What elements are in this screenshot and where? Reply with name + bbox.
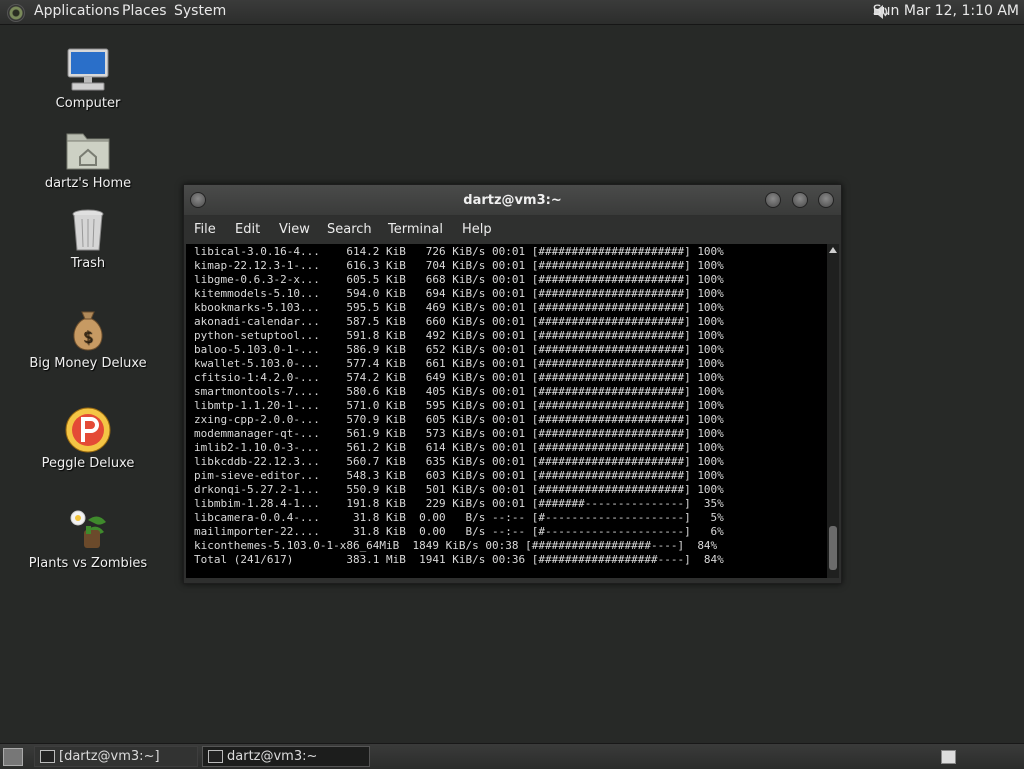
terminal-line: libmtp-1.1.20-1-... 571.0 KiB 595 KiB/s … [194,399,724,412]
terminal-icon [208,750,223,763]
terminal-line: kiconthemes-5.103.0-1-x86_64MiB 1849 KiB… [194,539,718,552]
terminal-line: libgme-0.6.3-2-x... 605.5 KiB 668 KiB/s … [194,273,724,286]
terminal-line: modemmanager-qt-... 561.9 KiB 573 KiB/s … [194,427,724,440]
terminal-line: smartmontools-7.... 580.6 KiB 405 KiB/s … [194,385,724,398]
taskbar-item-active-terminal[interactable]: dartz@vm3:~ [202,746,370,767]
menu-edit[interactable]: Edit [235,222,260,237]
system-menu[interactable]: System [174,3,226,19]
svg-text:$: $ [83,327,93,346]
terminal-line: cfitsio-1:4.2.0-... 574.2 KiB 649 KiB/s … [194,371,724,384]
menu-file[interactable]: File [194,222,216,237]
money-bag-icon: $ [73,311,103,351]
close-button[interactable] [818,192,834,208]
terminal-line: baloo-5.103.0-1-... 586.9 KiB 652 KiB/s … [194,343,724,356]
scrollbar-thumb[interactable] [829,526,837,570]
terminal-line: Total (241/617) 383.1 MiB 1941 KiB/s 00:… [194,553,724,566]
terminal-line: kitemmodels-5.10... 594.0 KiB 694 KiB/s … [194,287,724,300]
menu-help[interactable]: Help [462,222,492,237]
desktop-icon-computer[interactable]: Computer [28,46,148,111]
terminal-scrollbar[interactable] [827,244,839,578]
desktop-icon-label: Plants vs Zombies [28,556,148,571]
home-folder-icon [66,133,110,170]
desktop-icon-label: dartz's Home [44,176,132,191]
desktop-icon-trash[interactable]: Trash [28,206,148,271]
terminal-line: mailimporter-22.... 31.8 KiB 0.00 B/s --… [194,525,724,538]
desktop-icon-label: Big Money Deluxe [29,356,147,371]
desktop-icon-peggle[interactable]: Peggle Deluxe [28,406,148,471]
terminal-line: python-setuptool... 591.8 KiB 492 KiB/s … [194,329,724,342]
terminal-line: kbookmarks-5.103... 595.5 KiB 469 KiB/s … [194,301,724,314]
show-desktop-icon[interactable] [3,748,23,766]
desktop-icon-home[interactable]: dartz's Home [28,126,148,191]
menu-terminal[interactable]: Terminal [388,222,443,237]
bottom-panel: [dartz@vm3:~] dartz@vm3:~ [0,743,1024,769]
peggle-icon [65,407,111,453]
desktop-icon-label: Trash [70,256,106,271]
applications-menu[interactable]: Applications [34,3,120,19]
terminal-line: libmbim-1.28.4-1... 191.8 KiB 229 KiB/s … [194,497,724,510]
terminal-menubar: File Edit View Search Terminal Help [184,216,841,244]
terminal-window[interactable]: dartz@vm3:~ File Edit View Search Termin… [183,184,842,584]
taskbar-item-minimized-terminal[interactable]: [dartz@vm3:~] [34,746,198,767]
desktop-icon-label: Peggle Deluxe [41,456,135,471]
distro-logo-icon[interactable] [7,4,25,22]
taskbar-item-label: [dartz@vm3:~] [59,749,160,764]
trash-icon [72,209,104,251]
computer-icon [67,48,109,91]
desktop-icon-big-money[interactable]: $ Big Money Deluxe [28,306,148,371]
terminal-line: libcamera-0.0.4-... 31.8 KiB 0.00 B/s --… [194,511,724,524]
terminal-line: kimap-22.12.3-1-... 616.3 KiB 704 KiB/s … [194,259,724,272]
terminal-line: pim-sieve-editor... 548.3 KiB 603 KiB/s … [194,469,724,482]
menu-search[interactable]: Search [327,222,372,237]
top-panel: Applications Places System Sun Mar 12, 1… [0,0,1024,25]
clock[interactable]: Sun Mar 12, 1:10 AM [873,3,1019,19]
terminal-line: imlib2-1.10.0-3-... 561.2 KiB 614 KiB/s … [194,441,724,454]
places-menu[interactable]: Places [122,3,167,19]
desktop-icon-label: Computer [55,96,121,111]
plants-vs-zombies-icon [70,510,106,548]
terminal-line: libical-3.0.16-4... 614.2 KiB 726 KiB/s … [194,245,724,258]
workspace-switcher[interactable] [941,750,956,764]
terminal-line: kwallet-5.103.0-... 577.4 KiB 661 KiB/s … [194,357,724,370]
terminal-line: drkonqi-5.27.2-1... 550.9 KiB 501 KiB/s … [194,483,724,496]
maximize-button[interactable] [792,192,808,208]
terminal-line: zxing-cpp-2.0.0-... 570.9 KiB 605 KiB/s … [194,413,724,426]
terminal-output[interactable]: libical-3.0.16-4... 614.2 KiB 726 KiB/s … [186,244,827,578]
terminal-line: akonadi-calendar... 587.5 KiB 660 KiB/s … [194,315,724,328]
terminal-titlebar[interactable]: dartz@vm3:~ [184,185,841,215]
window-title: dartz@vm3:~ [463,193,562,208]
terminal-line: libkcddb-22.12.3... 560.7 KiB 635 KiB/s … [194,455,724,468]
scroll-up-icon[interactable] [829,247,837,253]
menu-view[interactable]: View [279,222,310,237]
terminal-icon [40,750,55,763]
minimize-button[interactable] [765,192,781,208]
taskbar-item-label: dartz@vm3:~ [227,749,318,764]
desktop-icon-plants-vs-zombies[interactable]: Plants vs Zombies [28,506,148,571]
